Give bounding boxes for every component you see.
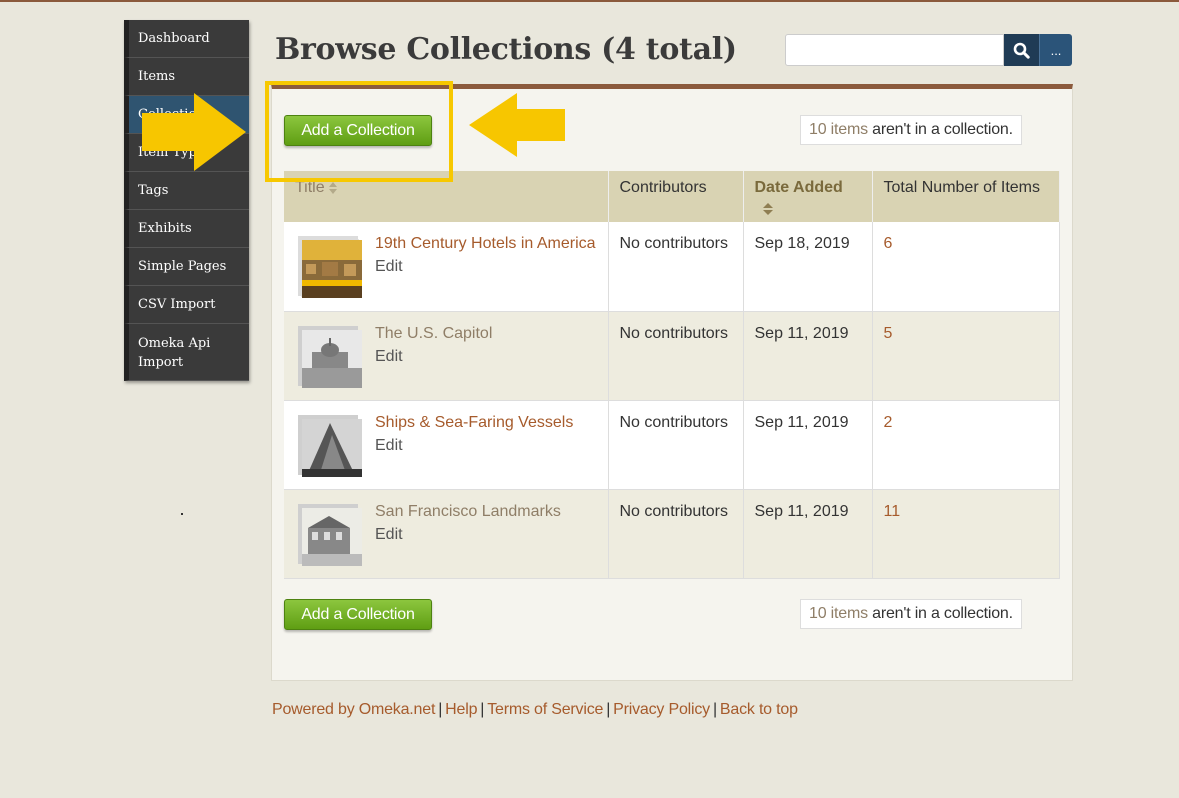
item-count-link[interactable]: 2: [884, 414, 893, 431]
sort-by-title[interactable]: Title: [284, 171, 609, 222]
collection-thumbnail[interactable]: [296, 413, 362, 479]
items-not-in-collection-link[interactable]: 10 items: [809, 605, 868, 622]
item-count-link[interactable]: 11: [884, 503, 901, 520]
contributors-cell: No contributors: [608, 400, 744, 490]
search-input[interactable]: [785, 34, 1004, 66]
items-not-in-collection-link[interactable]: 10 items: [809, 121, 868, 138]
table-row: 19th Century Hotels in America Edit No c…: [284, 222, 1060, 312]
item-count-cell: 6: [872, 222, 1060, 312]
search-bar: ...: [785, 34, 1072, 66]
advanced-search-button[interactable]: ...: [1039, 34, 1072, 66]
powered-by-link[interactable]: Powered by Omeka.net: [272, 701, 435, 718]
top-accent-line: [0, 0, 1179, 2]
table-row: Ships & Sea-Faring Vessels Edit No contr…: [284, 400, 1060, 490]
sort-by-date-added[interactable]: Date Added: [743, 171, 873, 222]
item-count-link[interactable]: 6: [884, 235, 893, 252]
date-added-cell: Sep 11, 2019: [743, 489, 873, 579]
edit-collection-link[interactable]: Edit: [375, 256, 597, 277]
privacy-link[interactable]: Privacy Policy: [613, 701, 710, 718]
collections-table: Title Contributors Date Added Total Numb…: [284, 171, 1060, 579]
title-header-label: Title: [295, 179, 325, 196]
add-collection-button-bottom[interactable]: Add a Collection: [284, 599, 432, 630]
stray-dot: [181, 513, 183, 515]
page-footer: Powered by Omeka.net | Help | Terms of Servi…: [272, 701, 798, 718]
sidebar-item-omeka-api-import[interactable]: Omeka Api Import: [124, 324, 249, 381]
title-cell: San Francisco Landmarks Edit: [284, 489, 609, 579]
sidebar-item-simple-pages[interactable]: Simple Pages: [124, 248, 249, 286]
title-cell: Ships & Sea-Faring Vessels Edit: [284, 400, 609, 490]
item-count-cell: 5: [872, 311, 1060, 401]
not-in-collection-note-top: 10 items aren't in a collection.: [800, 115, 1022, 145]
date-added-cell: Sep 11, 2019: [743, 400, 873, 490]
item-count-cell: 11: [872, 489, 1060, 579]
search-button[interactable]: [1004, 34, 1039, 66]
sidebar-item-exhibits[interactable]: Exhibits: [124, 210, 249, 248]
collection-title-link[interactable]: San Francisco Landmarks: [375, 501, 597, 522]
date-added-cell: Sep 11, 2019: [743, 311, 873, 401]
add-collection-button-top[interactable]: Add a Collection: [284, 115, 432, 146]
sidebar-item-collections[interactable]: Collections: [124, 96, 249, 134]
collection-thumbnail[interactable]: [296, 502, 362, 568]
edit-collection-link[interactable]: Edit: [375, 524, 597, 545]
date-added-header-label: Date Added: [754, 179, 843, 196]
table-row: The U.S. Capitol Edit No contributors Se…: [284, 311, 1060, 401]
collection-title-link[interactable]: 19th Century Hotels in America: [375, 233, 597, 254]
collection-title-link[interactable]: The U.S. Capitol: [375, 323, 597, 344]
sidebar-item-items[interactable]: Items: [124, 58, 249, 96]
not-in-collection-note-bottom: 10 items aren't in a collection.: [800, 599, 1022, 629]
page-title: Browse Collections (4 total): [275, 32, 737, 67]
sort-arrows-icon: [762, 202, 773, 215]
terms-link[interactable]: Terms of Service: [487, 701, 603, 718]
sidebar-item-item-types[interactable]: Item Types: [124, 134, 249, 172]
collection-thumbnail[interactable]: [296, 234, 362, 300]
contributors-header: Contributors: [608, 171, 744, 222]
contributors-cell: No contributors: [608, 311, 744, 401]
contributors-cell: No contributors: [608, 222, 744, 312]
date-added-cell: Sep 18, 2019: [743, 222, 873, 312]
sidebar-item-dashboard[interactable]: Dashboard: [124, 20, 249, 58]
table-row: San Francisco Landmarks Edit No contribu…: [284, 489, 1060, 579]
sidebar-item-csv-import[interactable]: CSV Import: [124, 286, 249, 324]
edit-collection-link[interactable]: Edit: [375, 346, 597, 367]
title-cell: The U.S. Capitol Edit: [284, 311, 609, 401]
search-icon: [1013, 42, 1030, 59]
title-cell: 19th Century Hotels in America Edit: [284, 222, 609, 312]
edit-collection-link[interactable]: Edit: [375, 435, 597, 456]
table-header-row: Title Contributors Date Added Total Numb…: [284, 171, 1060, 222]
collection-thumbnail[interactable]: [296, 324, 362, 390]
total-items-header: Total Number of Items: [872, 171, 1060, 222]
sidebar-item-tags[interactable]: Tags: [124, 172, 249, 210]
sidebar-nav: Dashboard Items Collections Item Types T…: [124, 20, 249, 381]
sort-arrows-icon: [328, 181, 337, 194]
contributors-cell: No contributors: [608, 489, 744, 579]
item-count-link[interactable]: 5: [884, 325, 893, 342]
not-in-collection-text: aren't in a collection.: [867, 605, 1013, 622]
collection-title-link[interactable]: Ships & Sea-Faring Vessels: [375, 412, 597, 433]
not-in-collection-text: aren't in a collection.: [867, 121, 1013, 138]
help-link[interactable]: Help: [445, 701, 477, 718]
back-to-top-link[interactable]: Back to top: [720, 701, 798, 718]
item-count-cell: 2: [872, 400, 1060, 490]
